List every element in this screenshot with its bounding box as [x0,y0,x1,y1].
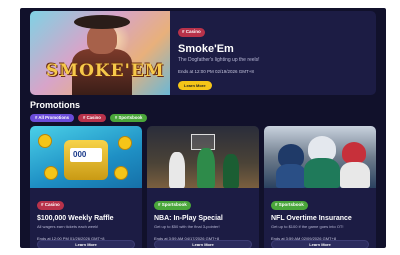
coin-icon [38,134,52,148]
helmet-icon [342,142,366,164]
coin-icon [114,166,128,180]
promotion-card-image[interactable]: 000 [30,126,142,188]
sportsbook-tag[interactable]: # Sportsbook [271,201,308,210]
coin-icon [44,166,58,180]
promotion-card[interactable]: 000 # Casino $100,000 Weekly Raffle All … [30,126,142,248]
player-figure [223,154,239,188]
featured-promo-card[interactable]: SMOKE'EM # Casino Smoke'Em The Dogfather… [30,11,376,95]
slot-machine-icon: 000 [64,140,108,180]
promotion-card-subtitle: Get up to $100 if the game goes into OT! [271,224,344,229]
promotion-cards: 000 # Casino $100,000 Weekly Raffle All … [30,126,376,248]
filter-all-promotions[interactable]: # All Promotions [30,114,74,123]
promotion-card-image[interactable] [264,126,376,188]
promotion-card-subtitle: Get up to $50 with the final 3-pointer! [154,224,220,229]
slot-reels: 000 [73,150,87,159]
learn-more-button[interactable]: Learn More [271,240,369,248]
sportsbook-tag[interactable]: # Sportsbook [154,201,191,210]
featured-promo-title: Smoke'Em [178,43,234,55]
filter-casino[interactable]: # Casino [77,114,106,123]
featured-promo-subtitle: The Dogfather's lighting up the reels! [178,57,260,63]
featured-promo-info: # Casino Smoke'Em The Dogfather's lighti… [178,20,368,92]
promotion-card-title: NBA: In-Play Special [154,215,223,222]
player-figure [197,148,215,188]
section-title: Promotions [30,100,81,110]
featured-promo-end-date: Ends at 12:00 PM 02/19/2026 GMT+8 [178,69,254,74]
player-figure [276,164,306,188]
promotion-card[interactable]: # Sportsbook NFL Overtime Insurance Get … [264,126,376,248]
promotion-card[interactable]: # Sportsbook NBA: In-Play Special Get up… [147,126,259,248]
featured-promo-image[interactable]: SMOKE'EM [30,11,170,95]
filter-sportsbook[interactable]: # Sportsbook [109,114,148,123]
learn-more-button[interactable]: Learn More [178,81,212,90]
cowboy-hat-icon [74,15,130,29]
learn-more-button[interactable]: Learn More [37,240,135,248]
promotion-filters: # All Promotions # Casino # Sportsbook [30,114,148,123]
player-figure [169,152,185,188]
casino-tag[interactable]: # Casino [178,28,205,37]
promotion-card-title: NFL Overtime Insurance [271,215,352,222]
player-figure [304,158,340,188]
game-logo: SMOKE'EM [46,61,165,81]
promotion-card-image[interactable] [147,126,259,188]
promotion-card-title: $100,000 Weekly Raffle [37,215,114,222]
coin-icon [118,136,132,150]
player-figure [340,162,370,188]
learn-more-button[interactable]: Learn More [154,240,252,248]
promotion-card-subtitle: All wagers earn tickets each week! [37,224,99,229]
app-frame: SMOKE'EM # Casino Smoke'Em The Dogfather… [20,8,386,248]
casino-tag[interactable]: # Casino [37,201,64,210]
